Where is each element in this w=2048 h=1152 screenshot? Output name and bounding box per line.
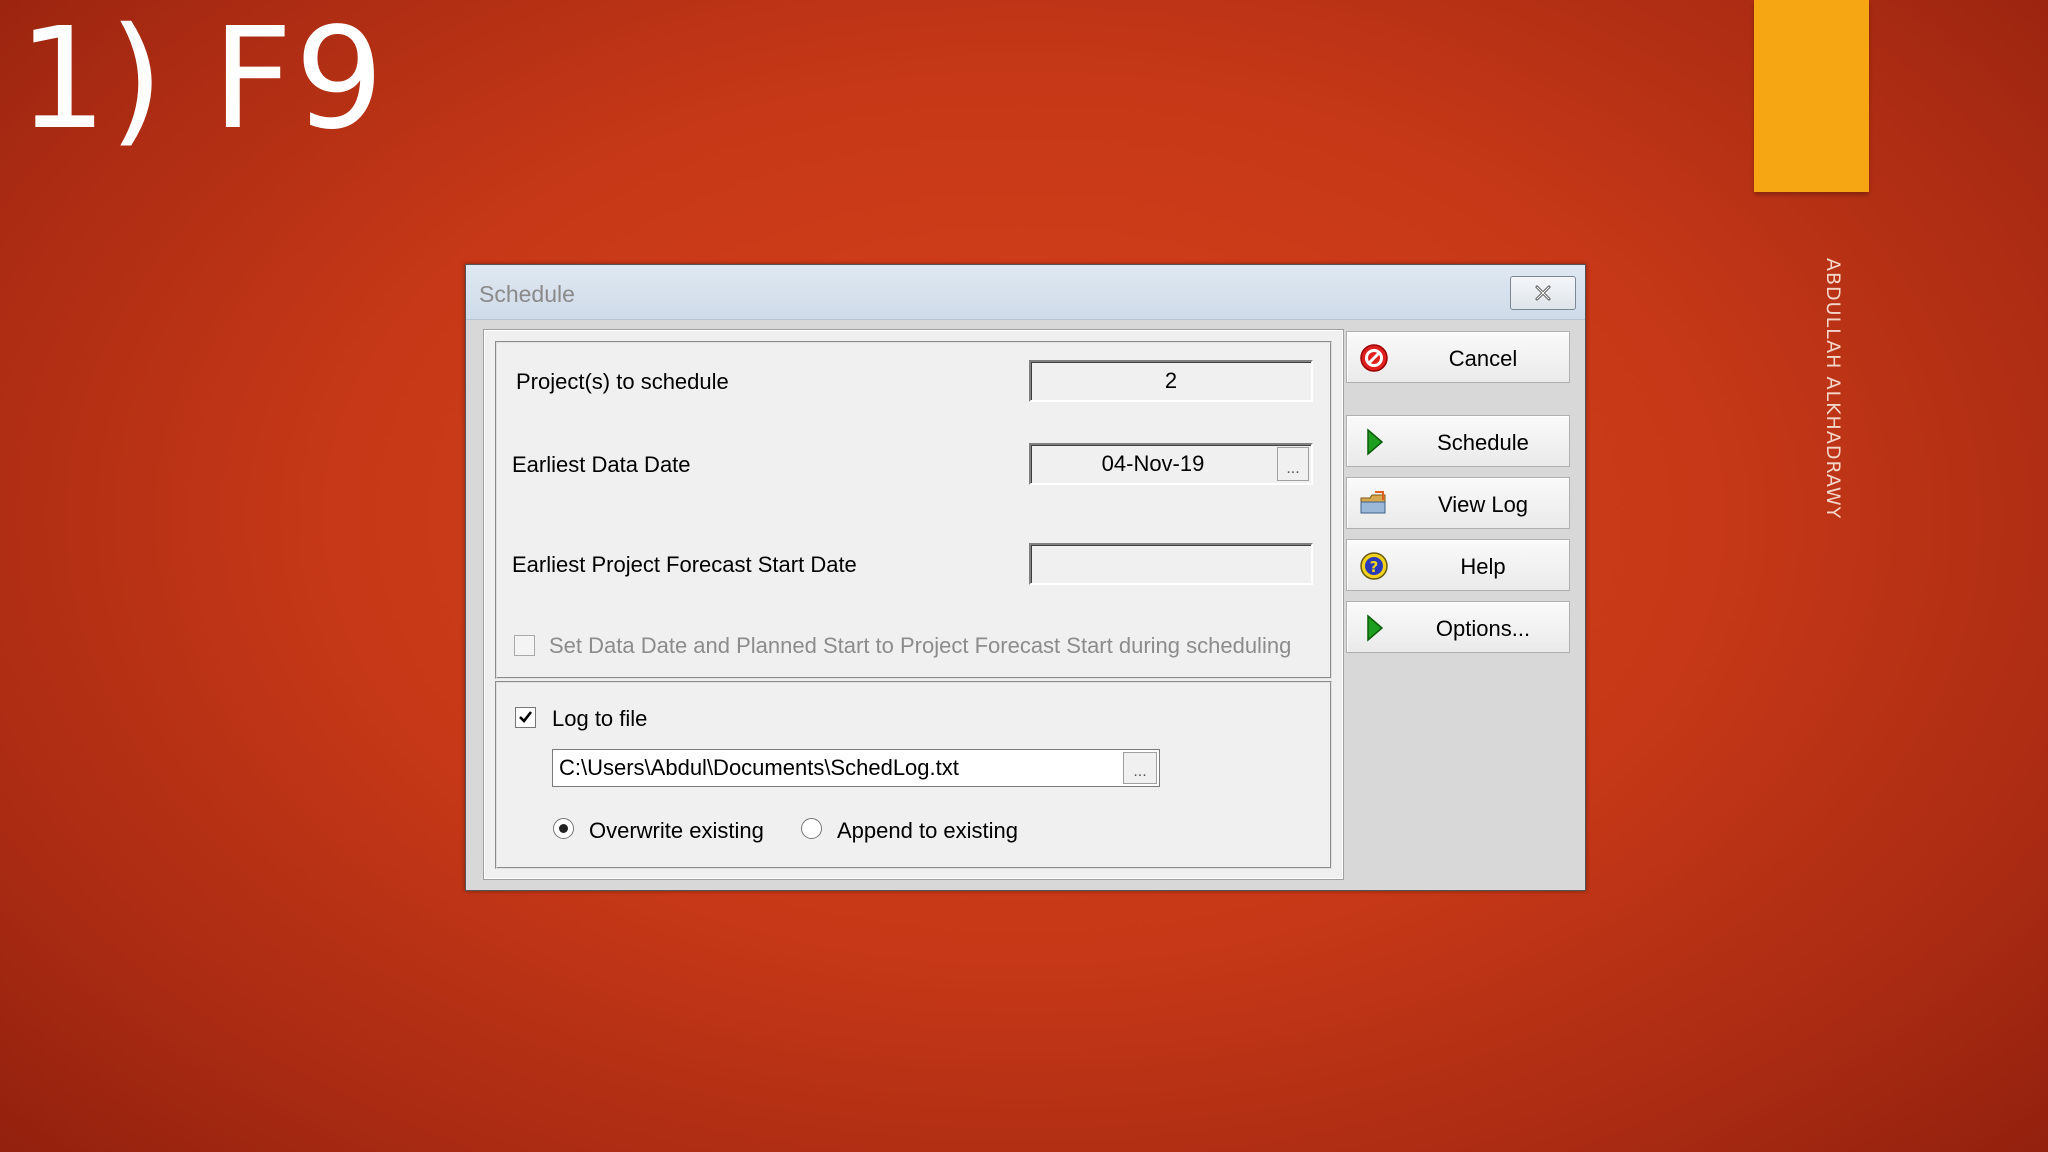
append-label: Append to existing	[837, 818, 1019, 843]
view-log-button[interactable]: View Log	[1346, 477, 1570, 529]
help-button[interactable]: ? Help	[1346, 539, 1570, 591]
forecast-date-field[interactable]	[1029, 543, 1313, 585]
schedule-button[interactable]: Schedule	[1346, 415, 1570, 467]
accent-bar	[1754, 0, 1869, 192]
author-label: ABDULLAH ALKHADRAWY	[1822, 258, 1844, 520]
schedule-dialog: Schedule Project(s) to schedule 2 Earlie…	[465, 264, 1586, 891]
append-radio[interactable]	[801, 818, 822, 839]
log-path-input[interactable]	[555, 752, 1123, 784]
radio-selected-dot	[559, 824, 568, 833]
svg-text:?: ?	[1370, 558, 1379, 576]
projects-count-field: 2	[1029, 360, 1313, 402]
help-label: Help	[1460, 554, 1506, 579]
view-log-label: View Log	[1437, 492, 1529, 517]
folder-icon	[1360, 491, 1386, 514]
set-data-date-label: Set Data Date and Planned Start to Proje…	[549, 633, 1292, 658]
cancel-label: Cancel	[1448, 346, 1518, 371]
set-data-date-checkbox[interactable]	[514, 635, 535, 656]
stop-icon	[1360, 344, 1388, 372]
overwrite-radio[interactable]	[553, 818, 574, 839]
overwrite-label: Overwrite existing	[589, 818, 764, 843]
log-path-field[interactable]: ...	[552, 749, 1160, 787]
data-date-field[interactable]: 04-Nov-19 ...	[1029, 443, 1313, 485]
log-to-file-label: Log to file	[552, 706, 648, 731]
schedule-label: Schedule	[1437, 430, 1529, 455]
play-icon	[1367, 614, 1384, 642]
log-path-browse-button[interactable]: ...	[1123, 752, 1157, 784]
forecast-date-label: Earliest Project Forecast Start Date	[512, 552, 857, 577]
cancel-button[interactable]: Cancel	[1346, 331, 1570, 383]
log-to-file-checkbox[interactable]	[515, 707, 536, 728]
slide-title: 1) F9	[18, 0, 386, 161]
dialog-titlebar[interactable]: Schedule	[466, 265, 1585, 320]
close-icon	[1535, 285, 1551, 301]
data-date-label: Earliest Data Date	[512, 452, 691, 477]
schedule-options-panel	[483, 329, 1344, 880]
checkmark-icon	[519, 711, 533, 723]
play-icon	[1367, 428, 1384, 456]
dialog-title: Schedule	[479, 281, 575, 307]
close-button[interactable]	[1510, 276, 1576, 310]
help-icon: ?	[1360, 552, 1388, 580]
data-date-value: 04-Nov-19	[1101, 451, 1205, 476]
options-label: Options...	[1435, 616, 1531, 641]
projects-label: Project(s) to schedule	[516, 369, 729, 394]
options-button[interactable]: Options...	[1346, 601, 1570, 653]
data-date-browse-button[interactable]: ...	[1277, 447, 1309, 481]
